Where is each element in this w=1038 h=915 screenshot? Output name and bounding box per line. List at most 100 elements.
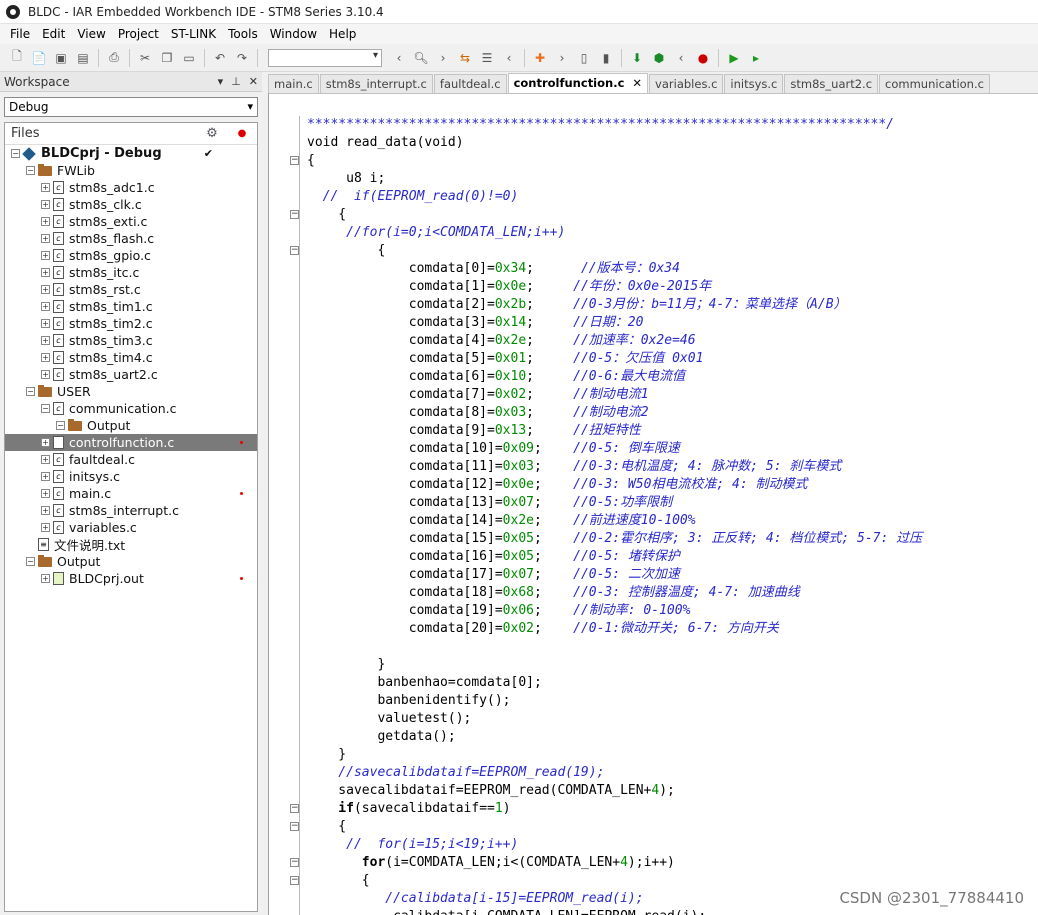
tree-item[interactable]: + c stm8s_tim4.c	[5, 349, 257, 366]
prev-bookmark-icon[interactable]: ‹	[500, 49, 518, 67]
next-bookmark-icon[interactable]: ›	[553, 49, 571, 67]
expand-icon[interactable]: −	[26, 557, 35, 566]
toggle-bookmark-icon[interactable]: ✚	[531, 49, 549, 67]
make-icon[interactable]: ▮	[597, 49, 615, 67]
tree-item[interactable]: + c stm8s_tim1.c	[5, 298, 257, 315]
tab-controlfunction-c[interactable]: controlfunction.c ✕	[507, 73, 649, 93]
fold-marker-icon[interactable]: −	[290, 876, 299, 885]
code-editor[interactable]: − − − − − − − ********************************…	[268, 93, 1038, 915]
print-icon[interactable]: ⎙	[105, 49, 123, 67]
fold-marker-icon[interactable]: −	[290, 156, 299, 165]
dot-icon[interactable]: ●	[227, 128, 257, 139]
menu-file[interactable]: File	[4, 24, 36, 44]
tree-item[interactable]: + c faultdeal.c	[5, 451, 257, 468]
fold-marker-icon[interactable]: −	[290, 804, 299, 813]
tree-item[interactable]: − FWLib	[5, 162, 257, 179]
expand-icon[interactable]: +	[41, 183, 50, 192]
expand-icon[interactable]: +	[41, 506, 50, 515]
find-combo[interactable]	[268, 48, 382, 67]
tree-item[interactable]: + c stm8s_itc.c	[5, 264, 257, 281]
debug-go-icon[interactable]: ▶	[725, 49, 743, 67]
cut-icon[interactable]: ✂	[136, 49, 154, 67]
tree-item[interactable]: + c initsys.c	[5, 468, 257, 485]
fold-marker-icon[interactable]: −	[290, 858, 299, 867]
tree-item[interactable]: + c main.c	[5, 485, 257, 502]
tree-item[interactable]: + c stm8s_flash.c	[5, 230, 257, 247]
expand-icon[interactable]: −	[11, 149, 20, 158]
download-debug-icon[interactable]: ⬢	[650, 49, 668, 67]
expand-icon[interactable]: +	[41, 489, 50, 498]
menu-window[interactable]: Window	[264, 24, 323, 44]
tab-stm8s-interrupt-c[interactable]: stm8s_interrupt.c	[319, 74, 433, 93]
expand-icon[interactable]: +	[41, 523, 50, 532]
expand-icon[interactable]: −	[26, 166, 35, 175]
tree-item[interactable]: − Output	[5, 553, 257, 570]
dropdown-icon[interactable]: ▾	[218, 75, 224, 88]
tree-item[interactable]: + c stm8s_tim2.c	[5, 315, 257, 332]
tree-item[interactable]: − USER	[5, 383, 257, 400]
debug-nodownload-icon[interactable]: ▸	[747, 49, 765, 67]
close-icon[interactable]: ✕	[249, 75, 258, 88]
tree-item[interactable]: +≡文件说明.txt	[5, 536, 257, 553]
menu-view[interactable]: View	[71, 24, 111, 44]
expand-icon[interactable]: +	[41, 319, 50, 328]
expand-icon[interactable]: +	[41, 472, 50, 481]
new-file-icon[interactable]: 🗋	[8, 49, 26, 67]
expand-icon[interactable]: +	[41, 217, 50, 226]
breakpoint-icon[interactable]: ●	[694, 49, 712, 67]
expand-icon[interactable]: +	[41, 455, 50, 464]
tab-stm8s-uart2-c[interactable]: stm8s_uart2.c	[784, 74, 879, 93]
tree-item[interactable]: − Output	[5, 417, 257, 434]
expand-icon[interactable]: +	[41, 200, 50, 209]
forward-icon[interactable]: ›	[434, 49, 452, 67]
pin-icon[interactable]: ⊥	[231, 75, 241, 88]
tree-item[interactable]: + BLDCprj.out	[5, 570, 257, 587]
goto-icon[interactable]: ⇆	[456, 49, 474, 67]
tree-item[interactable]: + c stm8s_tim3.c	[5, 332, 257, 349]
tree-item[interactable]: + c stm8s_adc1.c	[5, 179, 257, 196]
undo-icon[interactable]: ↶	[211, 49, 229, 67]
redo-icon[interactable]: ↷	[233, 49, 251, 67]
code-area[interactable]: ****************************************…	[307, 116, 1038, 915]
tab-faultdeal-c[interactable]: faultdeal.c	[433, 74, 507, 93]
expand-icon[interactable]: +	[41, 285, 50, 294]
fold-marker-icon[interactable]: −	[290, 210, 299, 219]
bookmark-icon[interactable]: ☰	[478, 49, 496, 67]
tab-initsys-c[interactable]: initsys.c	[724, 74, 784, 93]
back-icon[interactable]: ‹	[390, 49, 408, 67]
tab-main-c[interactable]: main.c	[268, 74, 319, 93]
tree-item[interactable]: − c communication.c	[5, 400, 257, 417]
tree-item[interactable]: + c stm8s_exti.c	[5, 213, 257, 230]
fold-marker-icon[interactable]: −	[290, 246, 299, 255]
expand-icon[interactable]: +	[41, 268, 50, 277]
tree-item[interactable]: + c controlfunction.c	[5, 434, 257, 451]
gear-icon[interactable]: ⚙	[197, 126, 227, 141]
expand-icon[interactable]: +	[41, 302, 50, 311]
config-select[interactable]: Debug	[4, 97, 258, 117]
tab-variables-c[interactable]: variables.c	[649, 74, 724, 93]
tree-item[interactable]: + c variables.c	[5, 519, 257, 536]
tree-item[interactable]: − BLDCprj - Debug ✔	[5, 145, 257, 162]
compile-icon[interactable]: ▯	[575, 49, 593, 67]
expand-icon[interactable]: +	[41, 336, 50, 345]
expand-icon[interactable]: +	[41, 438, 50, 447]
save-icon[interactable]: ▣	[52, 49, 70, 67]
fold-marker-icon[interactable]: −	[290, 822, 299, 831]
search-icon[interactable]: 🔍︎	[412, 49, 430, 67]
expand-icon[interactable]: +	[41, 234, 50, 243]
tree-item[interactable]: + c stm8s_rst.c	[5, 281, 257, 298]
expand-icon[interactable]: −	[56, 421, 65, 430]
menu-st-link[interactable]: ST-LINK	[165, 24, 222, 44]
expand-icon[interactable]: +	[41, 574, 50, 583]
expand-icon[interactable]: −	[41, 404, 50, 413]
expand-icon[interactable]: +	[41, 370, 50, 379]
download-icon[interactable]: ⬇	[628, 49, 646, 67]
tab-communication-c[interactable]: communication.c	[879, 74, 990, 93]
copy-icon[interactable]: ❐	[158, 49, 176, 67]
menu-help[interactable]: Help	[323, 24, 362, 44]
expand-icon[interactable]: +	[41, 251, 50, 260]
stop-icon[interactable]: ‹	[672, 49, 690, 67]
paste-icon[interactable]: ▭	[180, 49, 198, 67]
tree-item[interactable]: + c stm8s_gpio.c	[5, 247, 257, 264]
save-all-icon[interactable]: ▤	[74, 49, 92, 67]
